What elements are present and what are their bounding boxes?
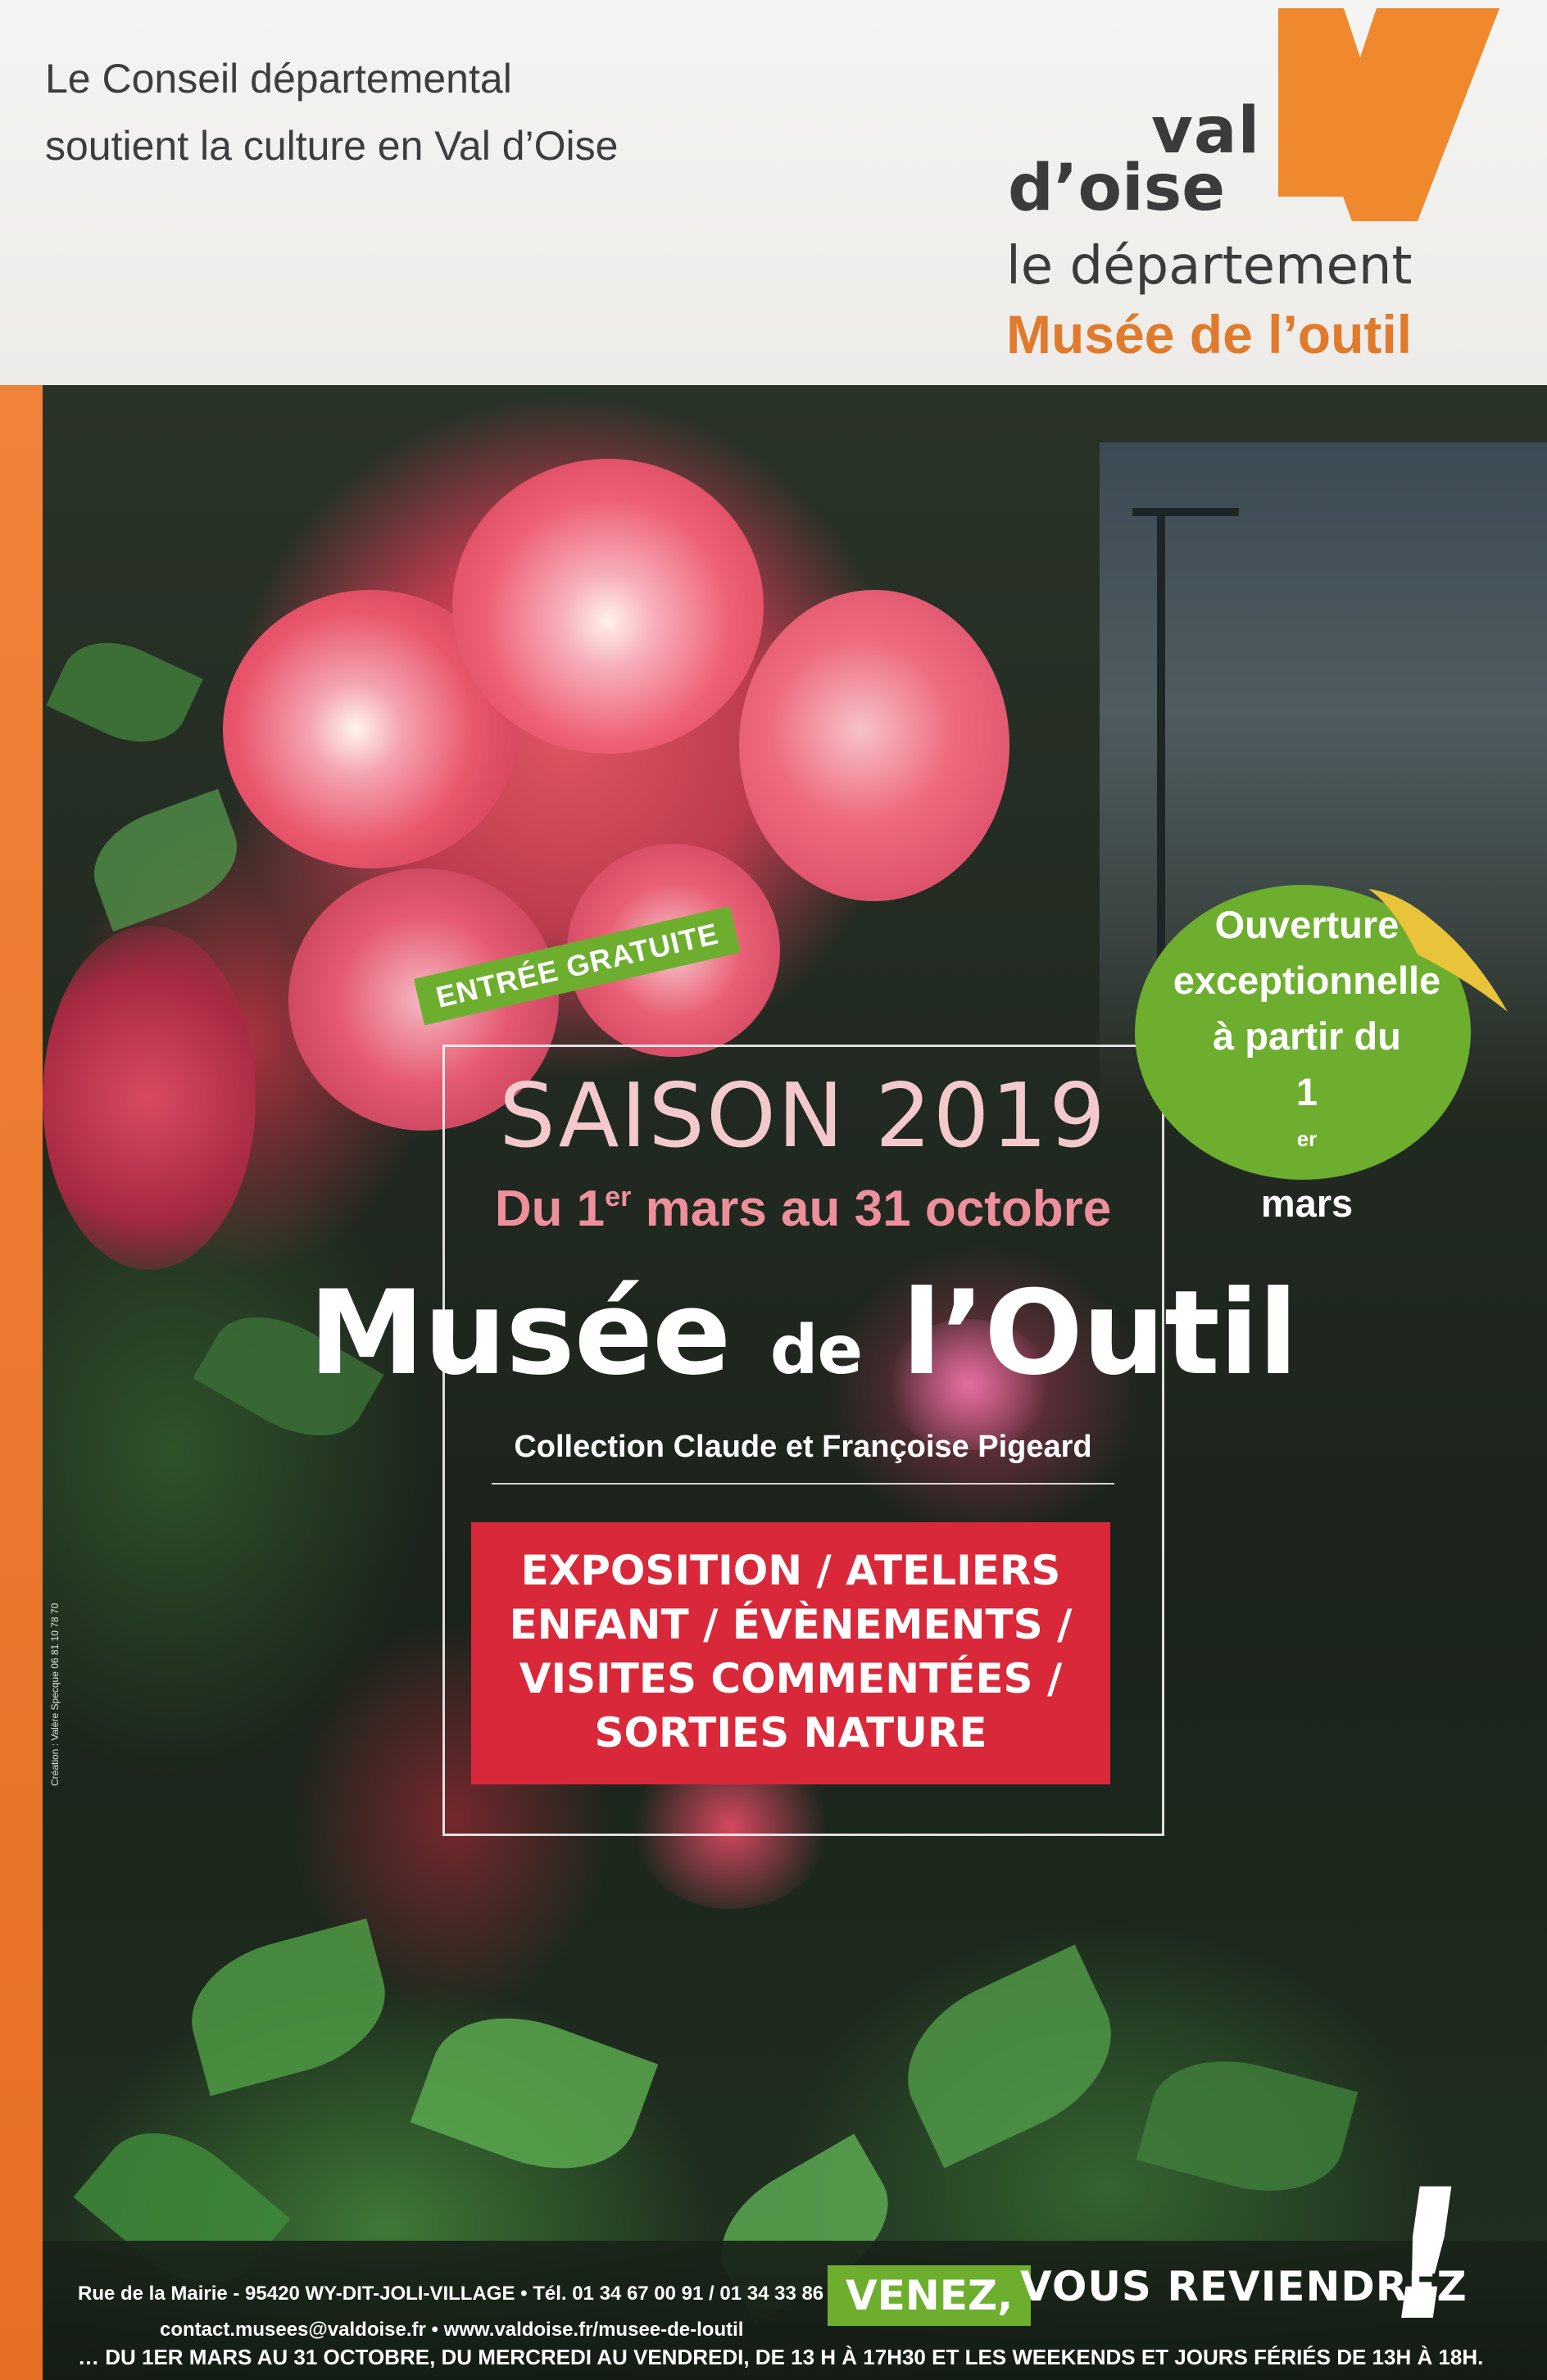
activities-line: SORTIES NATURE <box>594 1709 987 1757</box>
logo-musee-outil: Musée de l’outil <box>1006 304 1413 365</box>
logo-doise: d’oise <box>1008 152 1226 225</box>
activities-line: EXPOSITION / ATELIERS <box>520 1547 1061 1594</box>
sticker-month: mars <box>1260 1181 1354 1225</box>
sticker-day: 1 <box>1295 1070 1318 1113</box>
opening-sticker-text: Ouverture exceptionnelle à partir du 1 er… <box>1143 897 1471 1231</box>
dates-sup: er <box>605 1181 632 1213</box>
sticker-line: à partir du <box>1213 1014 1401 1058</box>
orange-side-strip <box>0 385 43 2380</box>
sticker-line: exceptionnelle <box>1173 959 1441 1002</box>
council-statement: Le Conseil départemental soutient la cul… <box>45 45 864 179</box>
title-de: de <box>769 1312 863 1389</box>
collection-credit: Collection Claude et Françoise Pigeard <box>514 1430 1092 1464</box>
title-outil: l’Outil <box>901 1266 1299 1401</box>
dates-prefix: Du 1 <box>494 1181 606 1237</box>
leaf <box>79 788 252 932</box>
activities-line: ENFANT / ÉVÈNEMENTS / <box>509 1601 1073 1648</box>
activities-box: EXPOSITION / ATELIERS ENFANT / ÉVÈNEMENT… <box>471 1522 1110 1784</box>
season-dates: Du 1er mars au 31 octobre <box>442 1180 1164 1238</box>
dates-suffix: mars au 31 octobre <box>631 1181 1112 1237</box>
leaf <box>46 623 203 761</box>
rose-flower <box>452 459 764 754</box>
rose-flower <box>739 590 1009 901</box>
logo-departement: le département <box>1006 236 1413 297</box>
sticker-line: 1 er mars <box>1143 1064 1471 1231</box>
poster-header: Le Conseil départemental soutient la cul… <box>0 0 1547 426</box>
leaf <box>882 1944 1137 2169</box>
leaf <box>410 1991 659 2196</box>
sticker-line: Ouverture <box>1214 903 1400 946</box>
venez-badge: VENEZ, <box>828 2265 1032 2326</box>
contact-line: contact.musees@valdoise.fr • www.valdois… <box>160 2319 744 2341</box>
divider <box>492 1483 1114 1485</box>
leaf <box>176 1918 401 2097</box>
leaf <box>1136 2041 1359 2211</box>
title-musee: Musée <box>308 1266 732 1401</box>
council-line-1: Le Conseil départemental <box>45 56 512 102</box>
museum-title: Musée de l’Outil <box>246 1266 1360 1401</box>
design-credit: Création : Valère Specque 06 81 10 78 70 <box>49 1603 61 1786</box>
activities-line: VISITES COMMENTÉES / <box>519 1655 1063 1702</box>
rose-flower <box>43 926 256 1270</box>
opening-hours: … DU 1ER MARS AU 31 OCTOBRE, DU MERCREDI… <box>78 2345 1484 2369</box>
council-line-2: soutient la culture en Val d’Oise <box>45 123 619 169</box>
season-title: SAISON 2019 <box>499 1065 1107 1167</box>
address-line: Rue de la Mairie - 95420 WY-DIT-JOLI-VIL… <box>78 2283 851 2305</box>
street-lamp-arm <box>1132 508 1239 516</box>
sticker-day-sup: er <box>1296 1127 1318 1151</box>
